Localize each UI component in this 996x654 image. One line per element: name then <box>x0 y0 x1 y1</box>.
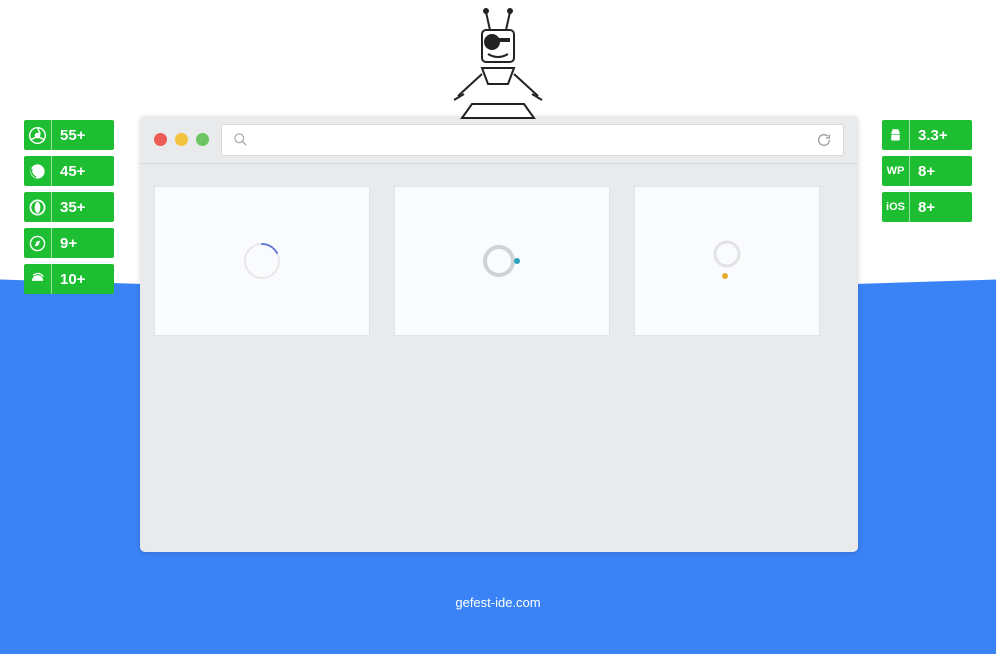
minimize-icon[interactable] <box>175 133 188 146</box>
chrome-icon <box>24 120 52 150</box>
opera-icon <box>24 192 52 222</box>
badge-opera-version: 35+ <box>52 192 114 222</box>
badge-ie: 10+ <box>24 264 114 294</box>
preview-card-3 <box>634 186 820 336</box>
spinner-arc-icon <box>240 239 284 283</box>
browser-support-left: 55+ 45+ 35+ 9+ 10+ <box>24 120 114 294</box>
badge-firefox-version: 45+ <box>52 156 114 186</box>
maximize-icon[interactable] <box>196 133 209 146</box>
badge-chrome: 55+ <box>24 120 114 150</box>
ie-icon <box>24 264 52 294</box>
badge-android: 3.3+ <box>882 120 972 150</box>
badge-chrome-version: 55+ <box>52 120 114 150</box>
preview-card-1 <box>154 186 370 336</box>
badge-opera: 35+ <box>24 192 114 222</box>
android-icon <box>882 120 910 150</box>
window-traffic-lights <box>154 133 209 146</box>
refresh-icon[interactable] <box>813 132 835 148</box>
spinner-orbit-icon <box>477 241 527 281</box>
badge-ie-version: 10+ <box>52 264 114 294</box>
address-bar[interactable] <box>221 124 844 156</box>
browser-window <box>140 116 858 552</box>
platform-support-right: 3.3+ WP 8+ iOS 8+ <box>882 120 972 222</box>
safari-icon <box>24 228 52 258</box>
ios-icon: iOS <box>882 192 910 222</box>
search-icon <box>230 132 250 147</box>
badge-safari-version: 9+ <box>52 228 114 258</box>
footer-link[interactable]: gefest-ide.com <box>0 595 996 610</box>
browser-viewport <box>140 164 858 358</box>
badge-ios-version: 8+ <box>910 192 972 222</box>
badge-android-version: 3.3+ <box>910 120 972 150</box>
wp-icon: WP <box>882 156 910 186</box>
badge-wp-version: 8+ <box>910 156 972 186</box>
close-icon[interactable] <box>154 133 167 146</box>
badge-firefox: 45+ <box>24 156 114 186</box>
badge-wp: WP 8+ <box>882 156 972 186</box>
url-input[interactable] <box>250 132 813 148</box>
badge-ios: iOS 8+ <box>882 192 972 222</box>
firefox-icon <box>24 156 52 186</box>
spinner-dot-icon <box>707 236 747 286</box>
mascot-robot <box>438 8 558 120</box>
badge-safari: 9+ <box>24 228 114 258</box>
preview-card-2 <box>394 186 610 336</box>
browser-titlebar <box>140 116 858 164</box>
